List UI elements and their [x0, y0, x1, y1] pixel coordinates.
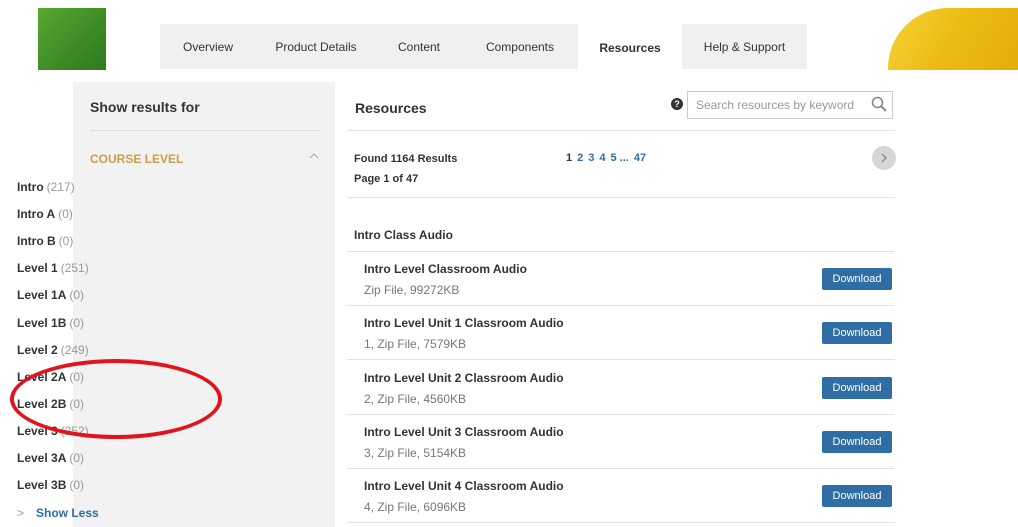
filter-item-label: Intro — [17, 180, 44, 194]
filter-sidebar: Show results for COURSE LEVEL — [73, 82, 335, 527]
divider — [347, 130, 895, 131]
filter-item[interactable]: Intro B (0) — [17, 234, 73, 248]
filter-item-label: Level 2A — [17, 370, 67, 384]
resource-meta: 1, Zip File, 7579KB — [364, 337, 467, 351]
search-input[interactable] — [688, 92, 864, 118]
filter-item[interactable]: Level 3B (0) — [17, 478, 84, 492]
tab-help-support[interactable]: Help & Support — [682, 24, 807, 69]
tab-components[interactable]: Components — [462, 24, 578, 69]
filter-item-count: (0) — [69, 451, 85, 465]
filter-item-label: Level 1 — [17, 261, 58, 275]
resource-meta: 3, Zip File, 5154KB — [364, 446, 467, 460]
course-level-heading[interactable]: COURSE LEVEL — [90, 152, 183, 166]
download-button[interactable]: Download — [822, 377, 892, 399]
page-indicator: Page 1 of 47 — [354, 173, 419, 185]
page-current: 1 — [566, 152, 573, 164]
divider — [347, 251, 895, 252]
chevron-right-icon: > — [17, 506, 25, 520]
divider — [347, 468, 895, 469]
group-title: Intro Class Audio — [354, 228, 453, 242]
filter-item-count: (0) — [58, 207, 73, 221]
filter-item-count: (0) — [69, 397, 85, 411]
filter-item[interactable]: Level 1B (0) — [17, 316, 84, 330]
filter-item[interactable]: Level 3 (252) — [17, 424, 89, 438]
filter-item-label: Level 1A — [17, 288, 67, 302]
divider — [347, 522, 895, 523]
divider — [347, 305, 895, 306]
decorative-green-shape — [38, 8, 106, 70]
tab-content[interactable]: Content — [376, 24, 462, 69]
filter-item-label: Level 1B — [17, 316, 67, 330]
filter-item-count: (217) — [46, 180, 75, 194]
search-icon[interactable] — [870, 95, 888, 113]
filter-item-label: Intro B — [17, 234, 56, 248]
filter-item[interactable]: Level 2B (0) — [17, 397, 84, 411]
filter-item[interactable]: Intro A (0) — [17, 207, 73, 221]
tab-overview[interactable]: Overview — [160, 24, 256, 69]
sidebar-title: Show results for — [90, 99, 200, 115]
resource-title: Intro Level Unit 2 Classroom Audio — [364, 371, 564, 385]
tab-bar: Overview Product Details Content Compone… — [160, 24, 807, 71]
help-icon[interactable]: ? — [671, 98, 683, 110]
pagination: 1 2 3 4 5 ... 47 — [566, 152, 646, 164]
divider — [347, 359, 895, 360]
filter-item-count: (249) — [60, 343, 89, 357]
chevron-right-icon — [881, 153, 887, 163]
filter-item-count: (251) — [60, 261, 89, 275]
resource-title: Intro Level Classroom Audio — [364, 262, 527, 276]
resource-title: Intro Level Unit 3 Classroom Audio — [364, 425, 564, 439]
filter-item-count: (0) — [69, 370, 85, 384]
page-title: Resources — [355, 100, 427, 116]
filter-item[interactable]: Intro (217) — [17, 180, 75, 194]
page-link[interactable]: 2 — [577, 152, 583, 164]
sidebar-divider — [90, 130, 319, 131]
filter-item[interactable]: Level 3A (0) — [17, 451, 84, 465]
page-link-last[interactable]: 47 — [634, 152, 646, 164]
download-button[interactable]: Download — [822, 268, 892, 290]
filter-item-count: (0) — [58, 234, 74, 248]
filter-item-label: Level 2 — [17, 343, 58, 357]
filter-item-label: Level 3A — [17, 451, 67, 465]
divider — [347, 197, 895, 198]
divider — [347, 414, 895, 415]
tab-resources[interactable]: Resources — [578, 24, 682, 71]
filter-item-label: Level 2B — [17, 397, 67, 411]
filter-item[interactable]: Level 1 (251) — [17, 261, 89, 275]
resource-meta: 4, Zip File, 6096KB — [364, 500, 467, 514]
chevron-up-icon[interactable] — [309, 152, 319, 163]
filter-item[interactable]: Level 2A (0) — [17, 370, 84, 384]
filter-item-count: (0) — [69, 478, 85, 492]
download-button[interactable]: Download — [822, 485, 892, 507]
resource-title: Intro Level Unit 4 Classroom Audio — [364, 479, 564, 493]
filter-item-count: (252) — [60, 424, 89, 438]
page-link[interactable]: 3 — [588, 152, 594, 164]
resource-meta: Zip File, 99272KB — [364, 283, 460, 297]
decorative-yellow-shape — [888, 8, 1018, 70]
download-button[interactable]: Download — [822, 322, 892, 344]
download-button[interactable]: Download — [822, 431, 892, 453]
show-less-label: Show Less — [36, 506, 99, 520]
filter-item-count: (0) — [69, 288, 85, 302]
tab-product-details[interactable]: Product Details — [256, 24, 376, 69]
search-box — [687, 91, 893, 119]
resource-meta: 2, Zip File, 4560KB — [364, 392, 467, 406]
results-count: Found 1164 Results — [354, 153, 458, 165]
resource-title: Intro Level Unit 1 Classroom Audio — [364, 316, 564, 330]
filter-item[interactable]: Level 2 (249) — [17, 343, 89, 357]
filter-item-label: Intro A — [17, 207, 56, 221]
filter-item[interactable]: Level 1A (0) — [17, 288, 84, 302]
filter-item-label: Level 3B — [17, 478, 67, 492]
next-page-button[interactable] — [872, 146, 896, 170]
show-less-link[interactable]: > Show Less — [17, 506, 99, 520]
filter-item-label: Level 3 — [17, 424, 58, 438]
page-link[interactable]: 4 — [599, 152, 605, 164]
page-link[interactable]: 5 ... — [611, 152, 629, 164]
filter-item-count: (0) — [69, 316, 85, 330]
